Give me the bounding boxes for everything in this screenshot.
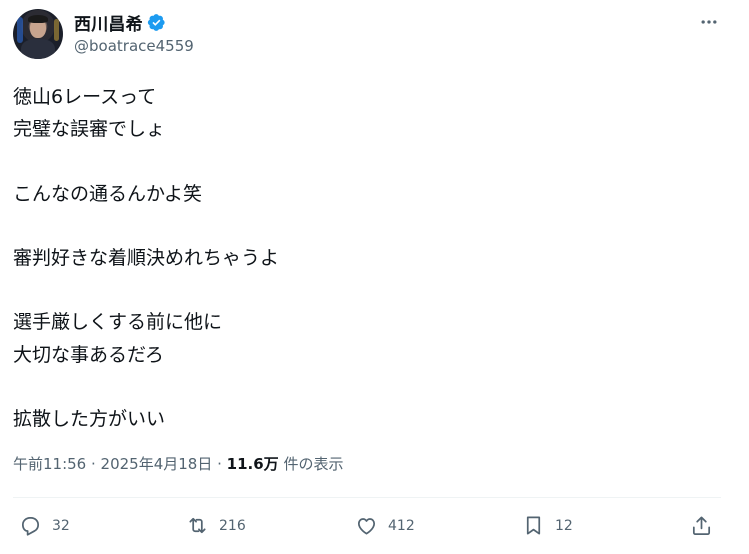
- tweet-date[interactable]: 2025年4月18日: [101, 455, 213, 473]
- like-icon: [357, 518, 376, 535]
- display-name[interactable]: 西川昌希: [74, 10, 143, 35]
- tweet-line: 完璧な誤審でしょ: [13, 118, 166, 141]
- handle[interactable]: @boatrace4559: [74, 37, 194, 55]
- tweet-line: 拡散した方がいい: [13, 407, 166, 430]
- tweet-line: [13, 274, 279, 306]
- author-name-row[interactable]: 西川昌希: [74, 10, 166, 35]
- tweet-line: [13, 145, 279, 177]
- retweet-icon: [189, 517, 206, 534]
- tweet-line: 審判好きな着順決めれちゃうよ: [13, 246, 280, 269]
- retweet-button[interactable]: 216: [186, 514, 246, 537]
- meta-separator: ·: [86, 455, 101, 473]
- tweet-meta: 午前11:56 · 2025年4月18日 · 11.6万 件の表示: [13, 453, 343, 474]
- avatar-light-right: [54, 19, 59, 41]
- tweet-line: 選手厳しくする前に他に: [13, 311, 223, 334]
- tweet-line: 大切な事あるだろ: [13, 343, 164, 366]
- avatar-body: [21, 39, 55, 59]
- divider: [13, 497, 721, 498]
- bookmark-button[interactable]: 12: [522, 514, 573, 537]
- avatar-hair: [28, 15, 48, 23]
- views-count[interactable]: 11.6万: [227, 455, 279, 473]
- bookmark-icon: [526, 516, 541, 535]
- avatar[interactable]: [13, 9, 63, 59]
- verified-badge-icon[interactable]: [147, 13, 166, 32]
- meta-separator: ·: [212, 455, 227, 473]
- avatar-light-left: [17, 17, 23, 43]
- tweet-time[interactable]: 午前11:56: [13, 455, 86, 473]
- reply-count: 32: [52, 517, 70, 534]
- action-bar: 32 216 412 12: [0, 510, 749, 544]
- more-icon[interactable]: [697, 10, 721, 34]
- tweet-text: 徳山6レースって 完璧な誤審でしょ こんなの通るんかよ笑 審判好きな着順決めれち…: [13, 81, 279, 435]
- tweet-line: [13, 210, 279, 242]
- share-button[interactable]: [690, 514, 713, 537]
- tweet-line: 徳山6レースって: [13, 86, 157, 108]
- reply-button[interactable]: 32: [19, 514, 70, 537]
- tweet-line: こんなの通るんかよ笑: [13, 182, 203, 205]
- share-icon: [692, 516, 711, 535]
- like-count: 412: [388, 517, 415, 534]
- views-label: 件の表示: [278, 455, 344, 473]
- reply-icon: [21, 516, 40, 536]
- retweet-count: 216: [219, 517, 246, 534]
- like-button[interactable]: 412: [355, 514, 415, 537]
- tweet-line: [13, 371, 279, 403]
- bookmark-count: 12: [555, 517, 573, 534]
